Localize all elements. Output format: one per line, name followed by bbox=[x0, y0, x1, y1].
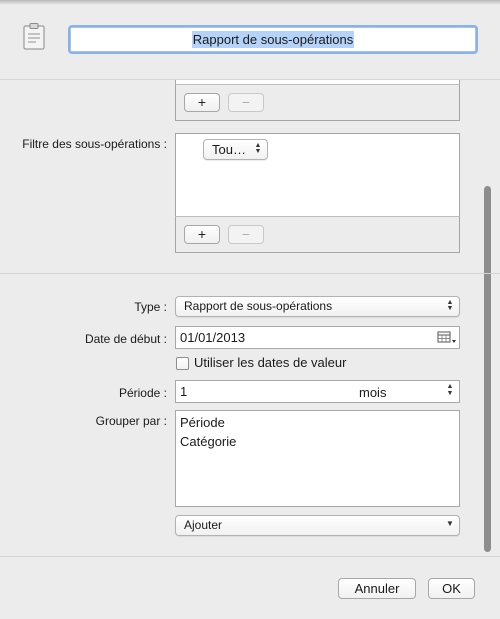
upper-remove-button[interactable]: − bbox=[228, 93, 264, 112]
group-by-item[interactable]: Période bbox=[180, 413, 455, 432]
type-value: Rapport de sous-opérations bbox=[184, 299, 333, 313]
period-field[interactable]: 1 bbox=[175, 380, 460, 403]
filter-remove-button[interactable]: − bbox=[228, 225, 264, 244]
period-value: 1 bbox=[180, 384, 188, 399]
cancel-button[interactable]: Annuler bbox=[338, 578, 416, 599]
period-stepper-icon[interactable]: ▲ ▼ bbox=[446, 383, 454, 398]
chevron-down-icon: ▼ bbox=[446, 519, 454, 528]
report-title-text: Rapport de sous-opérations bbox=[191, 31, 355, 48]
use-value-dates-checkbox[interactable] bbox=[176, 357, 189, 370]
period-unit: mois bbox=[359, 385, 387, 400]
report-title-input[interactable]: Rapport de sous-opérations bbox=[70, 27, 476, 52]
window-top-shadow bbox=[0, 0, 500, 5]
start-date-value: 01/01/2013 bbox=[180, 330, 246, 345]
add-group-value: Ajouter bbox=[184, 518, 223, 532]
updown-arrows-icon: ▲ ▼ bbox=[446, 299, 454, 312]
filter-add-button[interactable]: + bbox=[184, 225, 220, 244]
filter-scope-popup[interactable]: Tou… ▲ ▼ bbox=[203, 139, 268, 160]
add-group-popup[interactable]: Ajouter ▼ bbox=[175, 515, 460, 536]
filter-label: Filtre des sous-opérations : bbox=[22, 137, 167, 151]
clipboard-icon bbox=[23, 23, 45, 50]
type-label: Type : bbox=[134, 300, 167, 314]
updown-arrows-icon: ▲ ▼ bbox=[254, 142, 262, 155]
sheet-footer bbox=[0, 556, 500, 619]
calendar-icon[interactable] bbox=[437, 331, 457, 345]
use-value-dates-label: Utiliser les dates de valeur bbox=[194, 355, 347, 370]
group-by-list[interactable]: Période Catégorie bbox=[175, 410, 460, 507]
upper-add-button[interactable]: + bbox=[184, 93, 220, 112]
group-by-label: Grouper par : bbox=[95, 414, 167, 428]
type-popup[interactable]: Rapport de sous-opérations ▲ ▼ bbox=[175, 296, 460, 317]
filter-scope-value: Tou… bbox=[212, 142, 246, 157]
start-date-field[interactable]: 01/01/2013 bbox=[175, 326, 460, 349]
section-divider bbox=[0, 273, 500, 274]
scrollbar-thumb[interactable] bbox=[484, 186, 491, 552]
group-by-item[interactable]: Catégorie bbox=[180, 432, 455, 451]
ok-button[interactable]: OK bbox=[428, 578, 475, 599]
period-label: Période : bbox=[118, 386, 167, 400]
start-date-label: Date de début : bbox=[84, 332, 167, 346]
